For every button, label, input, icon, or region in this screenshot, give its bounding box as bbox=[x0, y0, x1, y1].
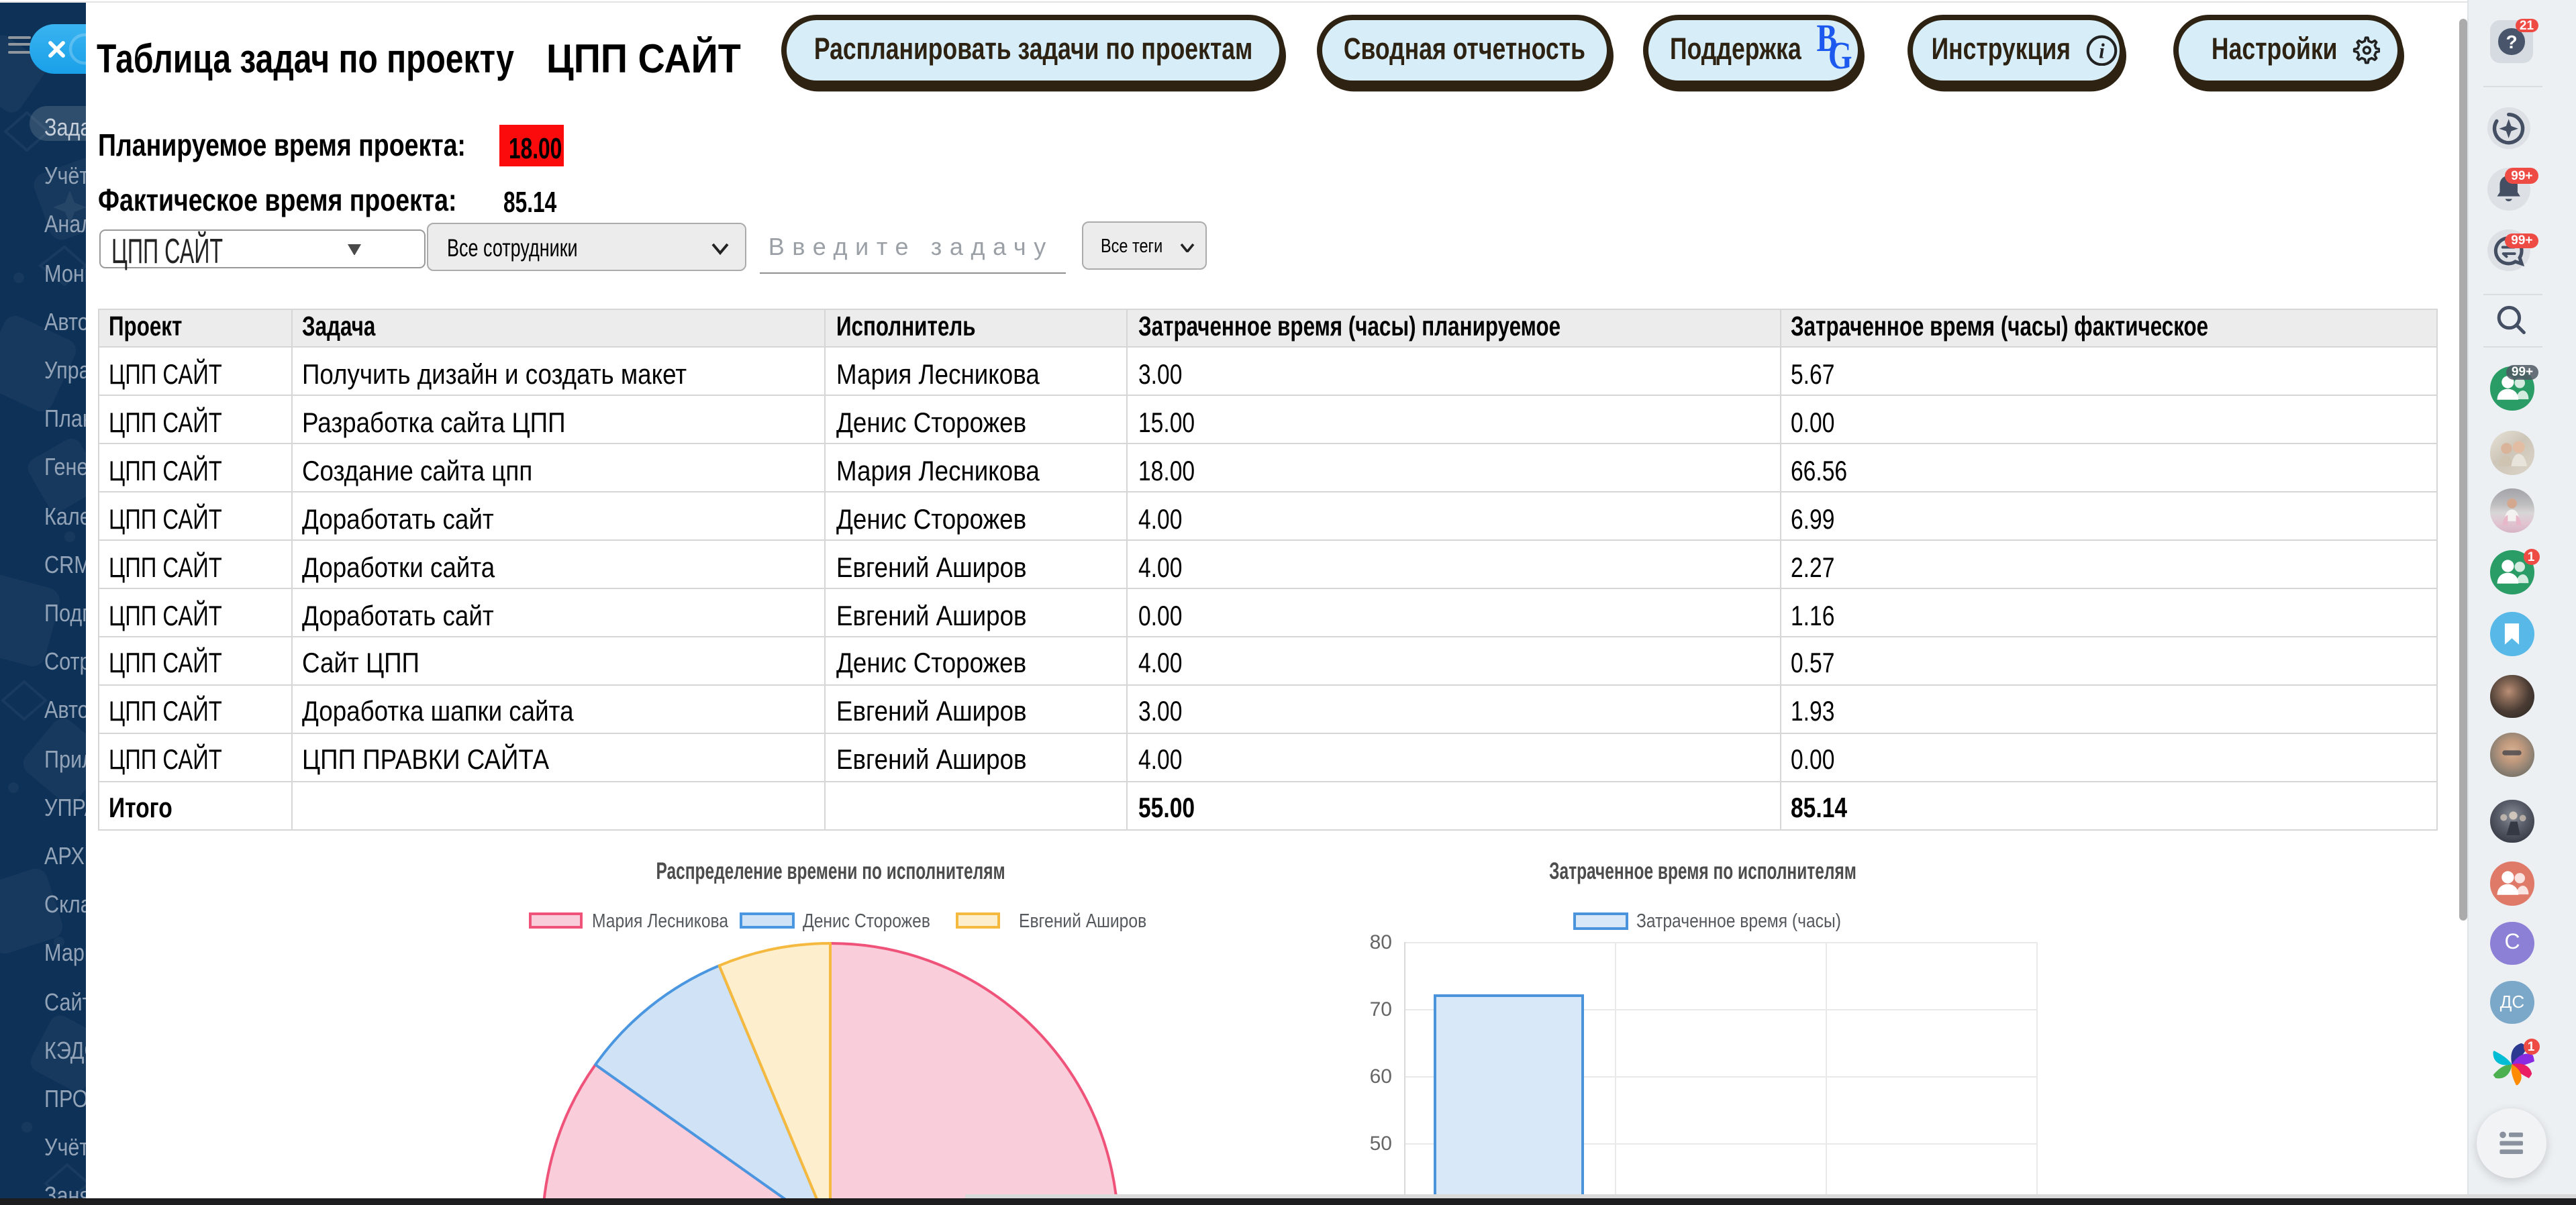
svg-text:i: i bbox=[2099, 39, 2106, 62]
